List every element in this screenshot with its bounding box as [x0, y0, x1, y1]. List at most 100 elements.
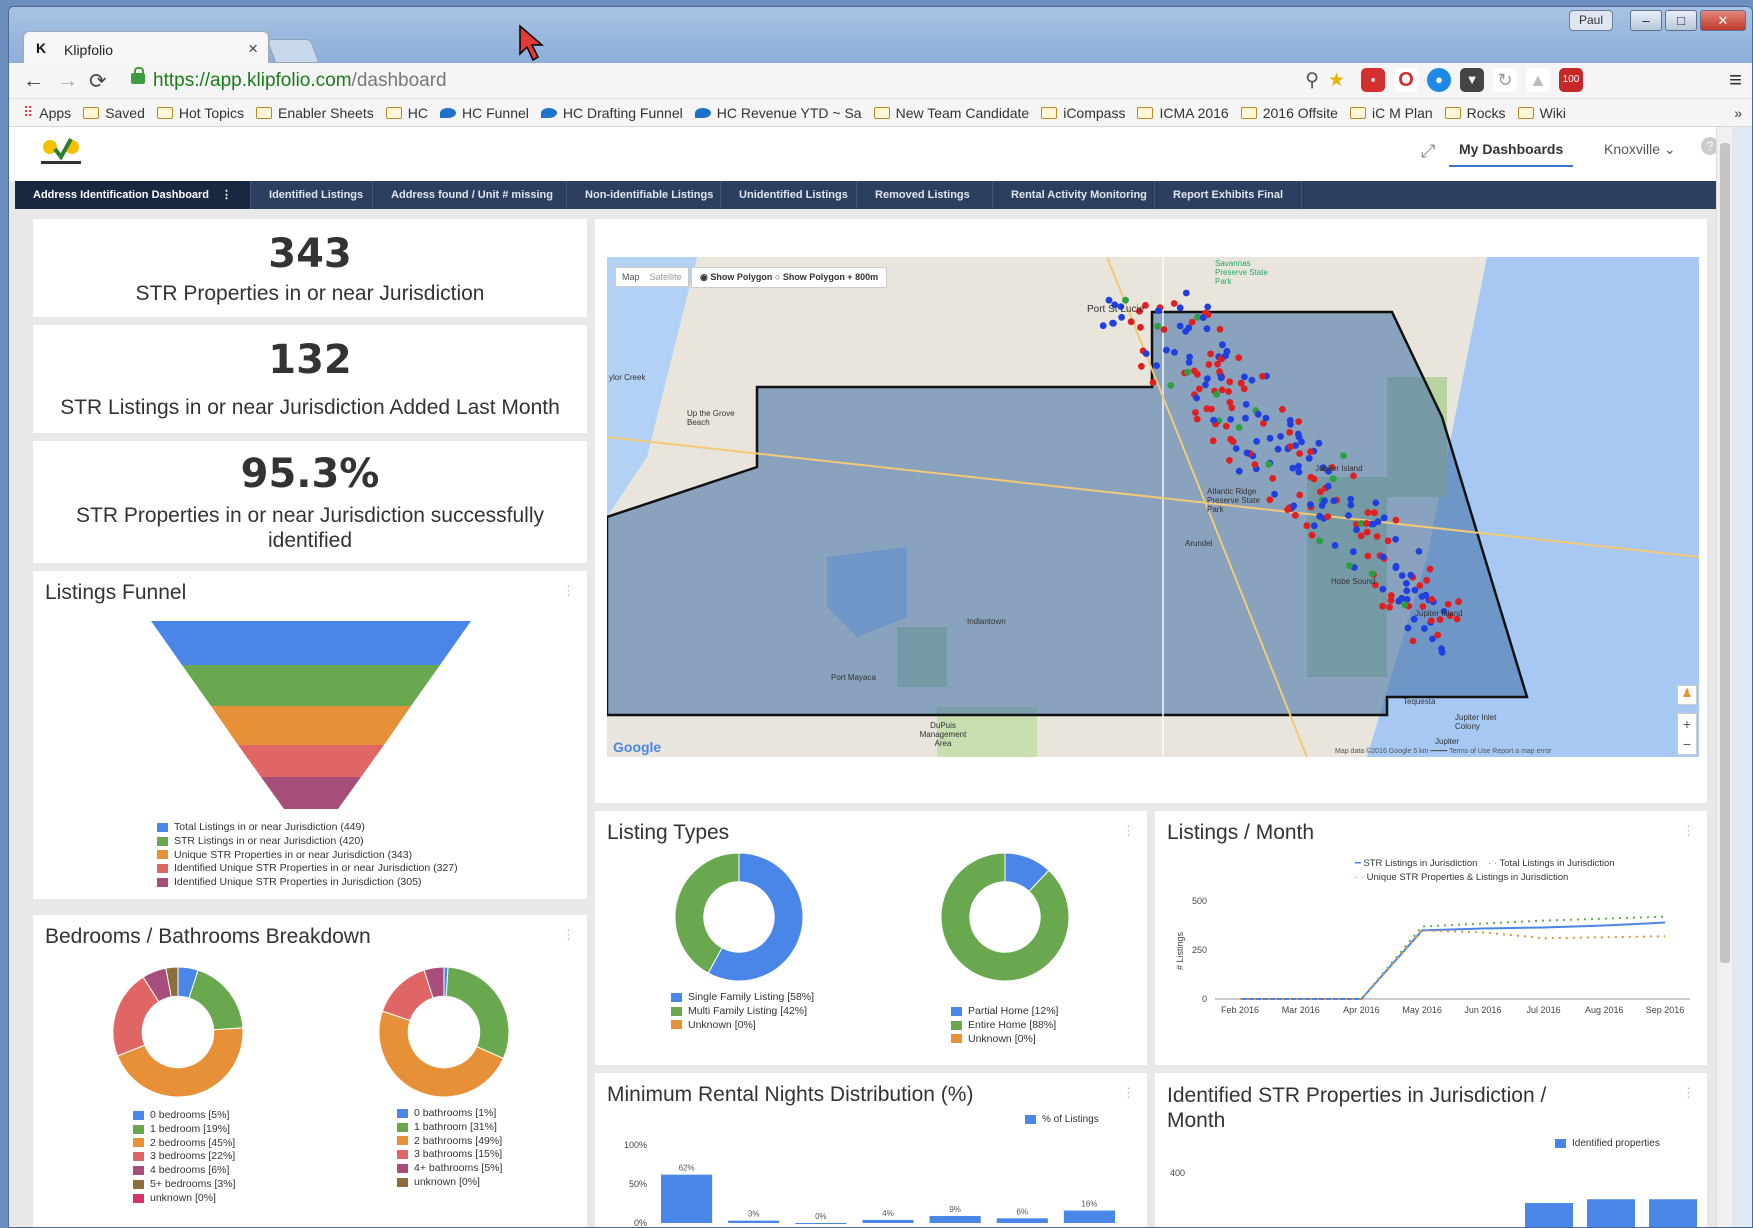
- map-marker[interactable]: [1182, 289, 1190, 297]
- map-marker[interactable]: [1364, 552, 1372, 560]
- map-marker[interactable]: [1182, 328, 1190, 335]
- map-marker[interactable]: [1232, 445, 1240, 452]
- tab-unidentified[interactable]: Unidentified Listings: [721, 181, 858, 209]
- opera-extension-icon[interactable]: O: [1394, 68, 1418, 92]
- map-marker[interactable]: [1345, 512, 1352, 519]
- map-marker[interactable]: [1404, 624, 1412, 632]
- tab-identified-listings[interactable]: Identified Listings: [251, 181, 374, 209]
- bookmark-item[interactable]: ICMA 2016: [1137, 105, 1229, 121]
- map-marker[interactable]: [1153, 362, 1160, 369]
- tab-rental-activity[interactable]: Rental Activity Monitoring: [993, 181, 1156, 209]
- zoom-out-button[interactable]: −: [1678, 734, 1696, 754]
- map-view[interactable]: [607, 257, 1699, 757]
- map-marker[interactable]: [1193, 370, 1201, 378]
- map-marker[interactable]: [1203, 405, 1211, 413]
- map-marker[interactable]: [1455, 598, 1462, 606]
- map-marker[interactable]: [1305, 454, 1313, 462]
- bookmark-item[interactable]: Hot Topics: [156, 105, 244, 121]
- bookmark-item[interactable]: HC: [385, 105, 428, 121]
- map-marker[interactable]: [1411, 586, 1419, 594]
- tab-removed[interactable]: Removed Listings: [857, 181, 994, 209]
- maximize-button[interactable]: □: [1665, 10, 1697, 31]
- map-marker[interactable]: [1205, 361, 1213, 368]
- map-marker[interactable]: [1363, 528, 1371, 536]
- map-marker[interactable]: [1226, 378, 1234, 386]
- map-marker[interactable]: [1428, 595, 1435, 603]
- bookmark-item[interactable]: iC M Plan: [1349, 105, 1433, 121]
- notification-extension-icon[interactable]: 100: [1559, 68, 1583, 92]
- bookmark-apps[interactable]: ⠿ Apps: [23, 104, 71, 121]
- map-marker[interactable]: [1398, 594, 1406, 602]
- map-marker[interactable]: [1392, 536, 1399, 543]
- map-marker[interactable]: [1331, 542, 1339, 549]
- map-marker[interactable]: [1286, 429, 1294, 436]
- map-marker[interactable]: [1193, 415, 1201, 423]
- map-marker[interactable]: [1222, 422, 1230, 430]
- map-marker[interactable]: [1318, 502, 1326, 509]
- map-marker[interactable]: [1142, 350, 1150, 357]
- map-marker[interactable]: [1279, 406, 1286, 413]
- map-marker[interactable]: [1303, 522, 1311, 530]
- map-marker[interactable]: [1225, 388, 1232, 395]
- map-marker[interactable]: [1316, 537, 1323, 545]
- map-marker[interactable]: [1241, 373, 1248, 381]
- map-marker[interactable]: [1242, 401, 1250, 408]
- map-marker[interactable]: [1310, 522, 1318, 530]
- map-marker[interactable]: [1235, 424, 1243, 431]
- forward-arrow-icon[interactable]: →: [57, 69, 78, 93]
- map-marker[interactable]: [1307, 501, 1314, 508]
- map-marker[interactable]: [1362, 520, 1370, 527]
- map-marker[interactable]: [1217, 374, 1225, 382]
- map-marker[interactable]: [1291, 511, 1299, 519]
- map-marker[interactable]: [1324, 513, 1332, 520]
- map-marker[interactable]: [1444, 601, 1452, 608]
- map-marker[interactable]: [1373, 533, 1381, 540]
- map-marker[interactable]: [1240, 385, 1248, 393]
- tab-address-identification[interactable]: Address Identification Dashboard ⋮: [15, 181, 252, 209]
- map-marker[interactable]: [1176, 322, 1184, 330]
- map-marker[interactable]: [1167, 382, 1175, 389]
- map-marker[interactable]: [1371, 509, 1378, 517]
- map-marker[interactable]: [1248, 376, 1256, 384]
- map-marker[interactable]: [1210, 416, 1217, 424]
- refresh-extension-icon[interactable]: ↻: [1493, 68, 1517, 92]
- map-option[interactable]: Map: [622, 272, 640, 282]
- map-marker[interactable]: [1403, 580, 1410, 587]
- map-marker[interactable]: [1392, 516, 1400, 524]
- map-marker[interactable]: [1347, 501, 1355, 509]
- minimize-button[interactable]: –: [1630, 10, 1662, 31]
- map-marker[interactable]: [1099, 322, 1107, 330]
- map-marker[interactable]: [1329, 475, 1337, 483]
- card-menu-icon[interactable]: ⋮: [562, 927, 575, 943]
- chat-extension-icon[interactable]: ●: [1427, 68, 1451, 92]
- map-marker[interactable]: [1242, 414, 1249, 422]
- map-marker[interactable]: [1155, 307, 1162, 314]
- map-marker[interactable]: [1427, 617, 1435, 625]
- map-marker[interactable]: [1262, 414, 1270, 422]
- map-marker[interactable]: [1398, 572, 1406, 579]
- map-marker[interactable]: [1228, 404, 1236, 412]
- drive-extension-icon[interactable]: ▲: [1526, 68, 1550, 92]
- map-marker[interactable]: [1347, 495, 1355, 503]
- tab-close-icon[interactable]: ×: [248, 39, 258, 59]
- map-marker[interactable]: [1438, 649, 1446, 656]
- bookmark-item[interactable]: 2016 Offsite: [1240, 105, 1338, 121]
- map-marker[interactable]: [1346, 562, 1353, 570]
- map-marker[interactable]: [1266, 434, 1274, 442]
- map-marker[interactable]: [1138, 362, 1145, 370]
- map-marker[interactable]: [1259, 372, 1266, 380]
- map-marker[interactable]: [1330, 497, 1338, 505]
- address-bar[interactable]: https://app.klipfolio.com/dashboard ⚲ ★: [131, 67, 1353, 95]
- bookmark-star-icon[interactable]: ★: [1328, 67, 1345, 95]
- map-marker[interactable]: [1295, 468, 1303, 476]
- map-marker[interactable]: [1426, 565, 1434, 573]
- map-marker[interactable]: [1109, 319, 1116, 327]
- map-marker[interactable]: [1340, 452, 1347, 460]
- show-polygon-800m-radio[interactable]: ○ Show Polygon + 800m: [775, 272, 878, 282]
- fullscreen-icon[interactable]: ⤢: [1421, 141, 1435, 162]
- map-marker[interactable]: [1219, 341, 1226, 349]
- browser-tab-klipfolio[interactable]: K Klipfolio ×: [23, 31, 269, 65]
- map-marker[interactable]: [1290, 502, 1298, 510]
- map-marker[interactable]: [1353, 526, 1360, 534]
- bookmark-item[interactable]: HC Drafting Funnel: [540, 105, 683, 121]
